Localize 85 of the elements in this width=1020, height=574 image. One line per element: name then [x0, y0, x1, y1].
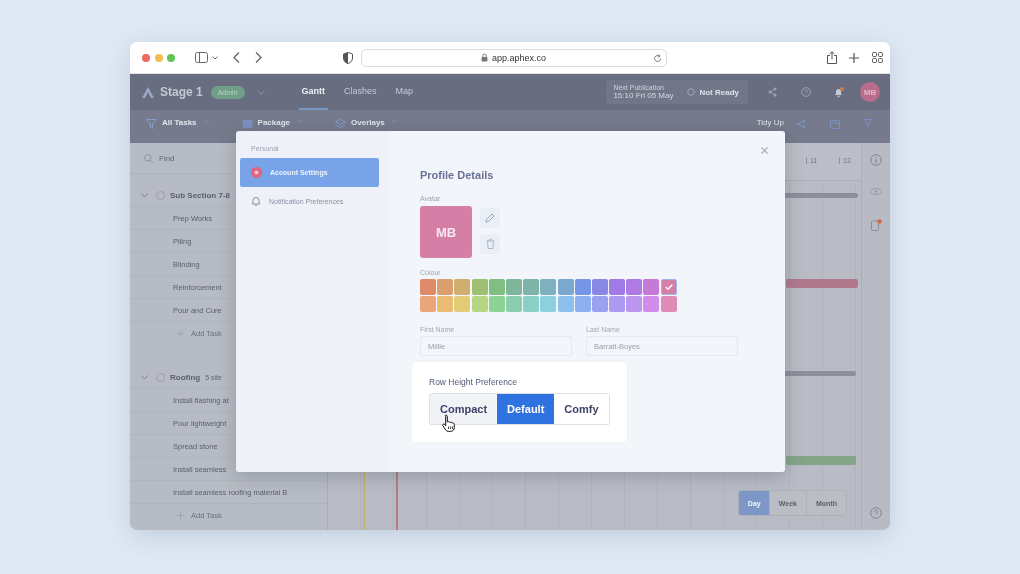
colour-swatch[interactable]: [540, 296, 557, 312]
colour-swatch[interactable]: [557, 279, 574, 295]
pencil-icon: [485, 213, 495, 223]
colour-swatch[interactable]: [574, 296, 591, 312]
toolbar-dropdown[interactable]: All Tasks: [162, 118, 197, 127]
colour-swatch[interactable]: [471, 279, 488, 295]
colour-swatch[interactable]: [609, 279, 626, 295]
colour-swatch[interactable]: [437, 279, 454, 295]
clipboard-icon[interactable]: [870, 219, 882, 231]
reload-icon[interactable]: [652, 53, 662, 63]
colour-swatch[interactable]: [437, 296, 454, 312]
colour-swatch[interactable]: [557, 296, 574, 312]
section-name: Sub Section 7-8: [170, 190, 230, 200]
minimize-dot[interactable]: [154, 53, 163, 62]
colour-swatch[interactable]: [591, 296, 608, 312]
forward-icon[interactable]: [254, 52, 262, 63]
colour-swatch[interactable]: [609, 296, 626, 312]
check-icon: [664, 284, 673, 290]
colour-swatch[interactable]: [643, 279, 660, 295]
address-bar[interactable]: app.aphex.co: [360, 48, 667, 67]
avatar-icon: [251, 167, 262, 178]
colour-swatch[interactable]: [660, 279, 677, 295]
status-circle-icon: [687, 88, 696, 96]
layers-icon[interactable]: [335, 119, 346, 129]
tidy-up-button[interactable]: Tidy Up: [756, 118, 784, 127]
user-avatar[interactable]: MB: [860, 82, 880, 102]
delete-button[interactable]: [480, 234, 500, 254]
toolbar-dropdown[interactable]: Package: [257, 118, 290, 127]
bell-icon[interactable]: [834, 86, 844, 98]
colour-swatch[interactable]: [574, 279, 591, 295]
close-icon[interactable]: [761, 147, 768, 154]
back-icon[interactable]: [232, 52, 240, 63]
section-name: Roofing: [170, 372, 201, 382]
colour-swatch[interactable]: [488, 296, 505, 312]
colour-swatch[interactable]: [523, 279, 540, 295]
avatar-tile: MB: [420, 206, 472, 258]
colour-swatch[interactable]: [471, 296, 488, 312]
publication-status: Not Ready: [699, 87, 739, 97]
eye-icon[interactable]: [870, 188, 882, 195]
colour-swatch[interactable]: [488, 279, 505, 295]
colour-swatch[interactable]: [454, 279, 471, 295]
project-title: Stage 1: [160, 85, 203, 99]
colour-swatch[interactable]: [626, 279, 643, 295]
colour-swatch[interactable]: [420, 296, 436, 312]
chevron-down-icon[interactable]: [211, 55, 218, 60]
calendar-icon[interactable]: [830, 119, 840, 129]
sidebar-icon[interactable]: [194, 52, 208, 63]
shield-icon[interactable]: [342, 51, 353, 64]
search-icon: [144, 153, 153, 163]
new-tab-icon[interactable]: [848, 52, 859, 63]
help-icon[interactable]: [801, 87, 811, 97]
tab-overview-icon[interactable]: [871, 52, 883, 63]
help-icon[interactable]: [870, 507, 882, 519]
toolbar-dropdown[interactable]: Overlays: [351, 118, 385, 127]
nav-tab[interactable]: Clashes: [341, 74, 380, 110]
filter-icon[interactable]: [864, 119, 872, 127]
share-icon[interactable]: [826, 51, 837, 64]
nav-tab[interactable]: Map: [392, 74, 417, 110]
colour-swatch[interactable]: [505, 296, 522, 312]
colour-swatch[interactable]: [523, 296, 540, 312]
info-icon[interactable]: [870, 154, 882, 166]
lock-icon: [480, 53, 488, 62]
publication-time: 15:10 Fri 05 May: [613, 91, 674, 100]
bell-icon: [251, 196, 261, 207]
colour-swatch[interactable]: [591, 279, 608, 295]
colour-swatch[interactable]: [540, 279, 557, 295]
colour-swatch[interactable]: [626, 296, 643, 312]
colour-swatch[interactable]: [420, 279, 436, 295]
colour-swatch[interactable]: [660, 296, 677, 312]
logo-icon: [142, 86, 154, 98]
close-dot[interactable]: [142, 53, 150, 62]
zoom-dot[interactable]: [167, 53, 175, 62]
package-icon[interactable]: [241, 119, 253, 129]
filter-icon[interactable]: [146, 119, 157, 129]
edit-button[interactable]: [480, 208, 500, 228]
colour-swatch[interactable]: [454, 296, 471, 312]
hand-cursor-icon: [442, 414, 456, 432]
dialog-title: Profile Details: [420, 169, 494, 181]
row-height-option[interactable]: Default: [497, 394, 555, 424]
preference-label: Row Height Preference: [429, 377, 518, 387]
colour-swatch[interactable]: [505, 279, 522, 295]
url-text: app.aphex.co: [491, 52, 546, 63]
colour-swatch[interactable]: [643, 296, 660, 312]
trash-icon: [485, 239, 495, 249]
row-height-option[interactable]: Compact: [430, 394, 498, 424]
